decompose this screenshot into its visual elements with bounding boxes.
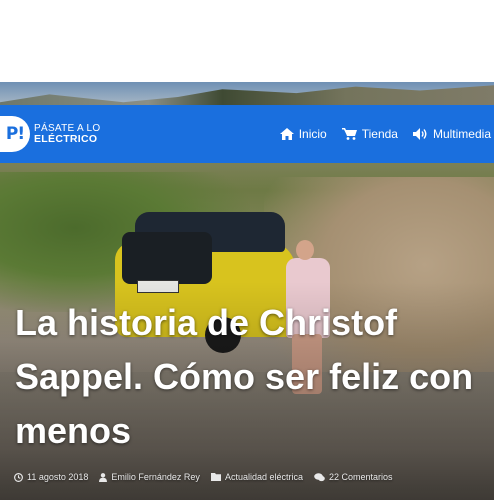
meta-category-text: Actualidad eléctrica — [224, 472, 303, 482]
meta-date-text: 11 agosto 2018 — [27, 472, 89, 482]
article-title[interactable]: La historia de Christof Sappel. Cómo ser… — [15, 296, 485, 458]
logo-mark: P! — [0, 116, 30, 152]
nav-label-inicio: Inicio — [298, 127, 327, 141]
meta-author-text: Emilio Fernández Rey — [111, 472, 200, 482]
home-icon — [279, 128, 294, 140]
meta-author[interactable]: Emilio Fernández Rey — [99, 472, 200, 482]
cart-icon — [341, 128, 357, 140]
speaker-icon — [412, 128, 427, 140]
nav-item-tienda[interactable]: Tienda — [341, 127, 398, 141]
site-logo[interactable]: P! PÁSATE A LO ELÉCTRICO — [0, 116, 100, 152]
meta-comments[interactable]: 22 Comentarios — [314, 472, 393, 482]
user-icon — [99, 472, 108, 482]
nav-item-multimedia[interactable]: Multimedia — [412, 127, 491, 141]
folder-icon — [210, 473, 221, 481]
clock-icon — [14, 472, 23, 482]
meta-date: 11 agosto 2018 — [14, 472, 88, 482]
article-meta: 11 agosto 2018 Emilio Fernández Rey Actu… — [14, 472, 404, 482]
logo-text: PÁSATE A LO ELÉCTRICO — [34, 123, 100, 145]
meta-comments-text: 22 Comentarios — [328, 472, 393, 482]
comments-icon — [314, 472, 325, 481]
nav-item-inicio[interactable]: Inicio — [279, 127, 327, 141]
nav-label-multimedia: Multimedia — [432, 127, 491, 141]
site-header: P! PÁSATE A LO ELÉCTRICO Inicio Tienda M… — [0, 105, 494, 163]
meta-category[interactable]: Actualidad eléctrica — [210, 472, 303, 482]
hero-car-window — [122, 232, 212, 284]
main-nav: Inicio Tienda Multimedia — [265, 105, 491, 163]
nav-label-tienda: Tienda — [361, 127, 398, 141]
logo-line-2: ELÉCTRICO — [34, 133, 98, 145]
hero-person-head — [296, 240, 314, 260]
